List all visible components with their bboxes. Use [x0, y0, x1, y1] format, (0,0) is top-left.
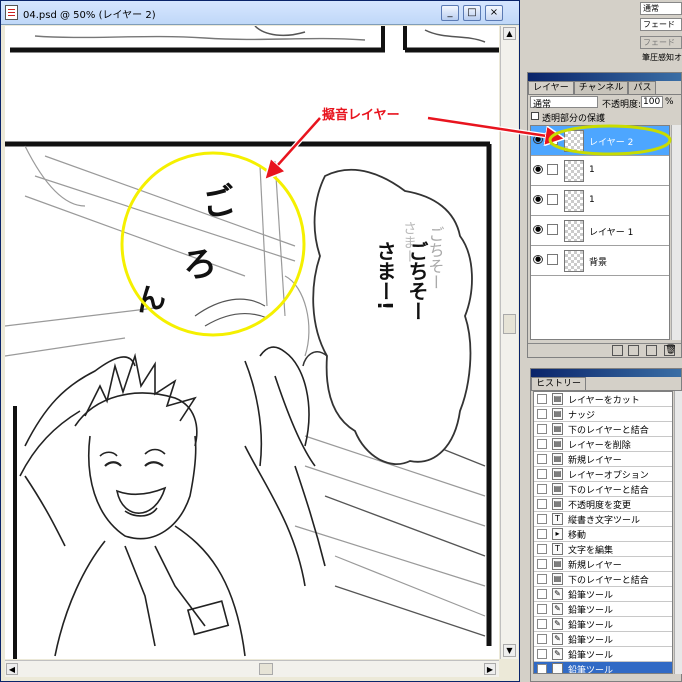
history-snapshot-checkbox[interactable]: [537, 394, 547, 404]
history-item-label: 鉛筆ツール: [568, 666, 614, 674]
layer-icon: ▤: [552, 423, 563, 435]
history-item-label: 下のレイヤーと結合: [568, 486, 649, 496]
history-item[interactable]: ▤ レイヤーオプション: [534, 467, 672, 482]
history-snapshot-checkbox[interactable]: [537, 454, 547, 464]
history-snapshot-checkbox[interactable]: [537, 484, 547, 494]
history-item[interactable]: ▤ 新規レイヤー: [534, 557, 672, 572]
history-item-label: 鉛筆ツール: [568, 621, 614, 631]
history-snapshot-checkbox[interactable]: [537, 439, 547, 449]
history-snapshot-checkbox[interactable]: [537, 499, 547, 509]
history-item[interactable]: ▤ 下のレイヤーと結合: [534, 572, 672, 587]
history-snapshot-checkbox[interactable]: [537, 529, 547, 539]
history-item[interactable]: ▸ 移動: [534, 527, 672, 542]
history-item-label: 鉛筆ツール: [568, 591, 614, 601]
history-snapshot-checkbox[interactable]: [537, 604, 547, 614]
history-item-label: 新規レイヤー: [568, 456, 622, 466]
history-item[interactable]: ✎ 鉛筆ツール: [534, 602, 672, 617]
history-item-label: 縦書き文字ツール: [568, 516, 641, 526]
history-item-label: 文字を編集: [568, 546, 614, 556]
tab-history[interactable]: ヒストリー: [531, 377, 587, 390]
history-item-label: 鉛筆ツール: [568, 636, 614, 646]
history-item-label: レイヤーをカット: [568, 396, 640, 406]
history-item-label: レイヤーを削除: [568, 441, 631, 451]
history-list: ▤ レイヤーをカット ▤ ナッジ ▤ 下のレイヤーと結合 ▤ レイヤーを削除 ▤ 新規レイヤー ▤ レ…: [533, 391, 673, 674]
history-item[interactable]: ✎ 鉛筆ツール: [534, 587, 672, 602]
pencil-icon: ✎: [552, 648, 563, 660]
history-list-scrollbar[interactable]: [674, 391, 682, 674]
history-snapshot-checkbox[interactable]: [537, 424, 547, 434]
layer-icon: ▤: [552, 438, 563, 450]
layer-icon: ▤: [552, 558, 563, 570]
history-item[interactable]: ▤ 下のレイヤーと結合: [534, 482, 672, 497]
history-item-label: 下のレイヤーと結合: [568, 576, 649, 586]
history-item-label: レイヤーオプション: [568, 471, 649, 481]
pencil-icon: ✎: [552, 618, 563, 630]
type-icon: T: [552, 513, 563, 525]
layer-icon: ▤: [552, 393, 563, 405]
history-item-label: 下のレイヤーと結合: [568, 426, 649, 436]
pencil-icon: ✎: [552, 603, 563, 615]
history-panel-grip[interactable]: [531, 369, 681, 377]
layer-icon: ▤: [552, 573, 563, 585]
history-item-label: 鉛筆ツール: [568, 651, 614, 661]
history-snapshot-checkbox[interactable]: [537, 409, 547, 419]
history-item[interactable]: ✎ 鉛筆ツール: [534, 632, 672, 647]
move-icon: ▸: [552, 528, 563, 540]
history-item[interactable]: ▤ レイヤーをカット: [534, 392, 672, 407]
history-snapshot-checkbox[interactable]: [537, 544, 547, 554]
history-item-label: 新規レイヤー: [568, 561, 622, 571]
history-item[interactable]: ✎ 鉛筆ツール: [534, 617, 672, 632]
layer-icon: ▤: [552, 453, 563, 465]
history-item[interactable]: ▤ レイヤーを削除: [534, 437, 672, 452]
layer-icon: ▤: [552, 483, 563, 495]
history-item[interactable]: ▤ 不透明度を変更: [534, 497, 672, 512]
history-item[interactable]: ▤ 下のレイヤーと結合: [534, 422, 672, 437]
pencil-icon: ✎: [552, 633, 563, 645]
type-icon: T: [552, 543, 563, 555]
history-item-label: 鉛筆ツール: [568, 606, 614, 616]
history-snapshot-checkbox[interactable]: [537, 634, 547, 644]
history-item-label: 不透明度を変更: [568, 501, 632, 511]
history-snapshot-checkbox[interactable]: [537, 559, 547, 569]
layer-icon: ▤: [552, 408, 563, 420]
history-item[interactable]: T 縦書き文字ツール: [534, 512, 672, 527]
history-item[interactable]: ✎ 鉛筆ツール: [534, 647, 672, 662]
history-snapshot-checkbox[interactable]: [537, 589, 547, 599]
history-snapshot-checkbox[interactable]: [537, 469, 547, 479]
history-item-label: ナッジ: [568, 411, 596, 421]
history-item[interactable]: T 文字を編集: [534, 542, 672, 557]
history-item-label: 移動: [568, 531, 587, 541]
layer-icon: ▤: [552, 498, 563, 510]
history-item[interactable]: ▤ 新規レイヤー: [534, 452, 672, 467]
pencil-icon: ✎: [552, 663, 563, 673]
history-snapshot-checkbox[interactable]: [537, 664, 547, 673]
history-item[interactable]: ✎ 鉛筆ツール: [534, 662, 672, 674]
history-snapshot-checkbox[interactable]: [537, 514, 547, 524]
history-snapshot-checkbox[interactable]: [537, 619, 547, 629]
history-panel: ヒストリー ▤ レイヤーをカット ▤ ナッジ ▤ 下のレイヤーと結合 ▤ レイヤーを削除 ▤ 新規…: [530, 368, 682, 682]
history-snapshot-checkbox[interactable]: [537, 649, 547, 659]
history-snapshot-checkbox[interactable]: [537, 574, 547, 584]
pencil-icon: ✎: [552, 588, 563, 600]
layer-icon: ▤: [552, 468, 563, 480]
history-item[interactable]: ▤ ナッジ: [534, 407, 672, 422]
